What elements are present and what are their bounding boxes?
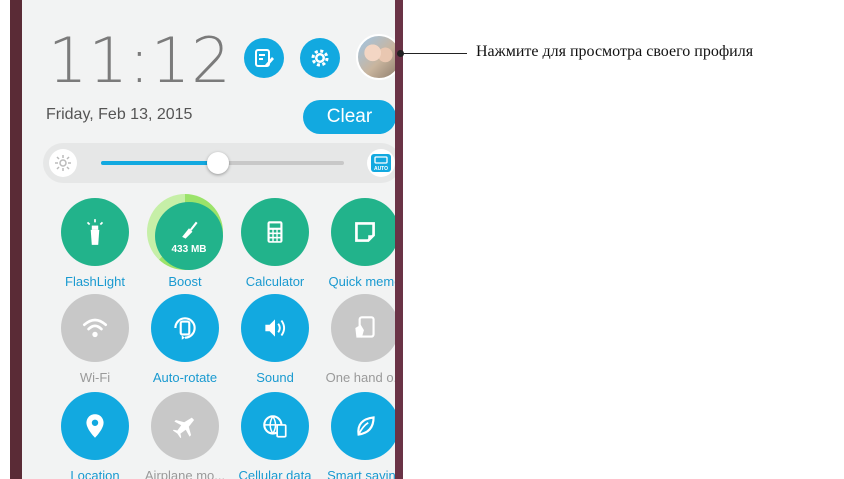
tile-button[interactable]	[61, 392, 129, 460]
tile-label: FlashLight	[65, 274, 125, 289]
tile-label: Sound	[256, 370, 294, 385]
wifi-icon	[82, 318, 108, 338]
callout-text: Нажмите для просмотра своего профиля	[476, 43, 754, 60]
auto-brightness-button[interactable]: AUTO	[367, 149, 395, 177]
quick-settings-panel: 11:12 Friday, Feb 13, 2015 Clear AUTO Fl…	[10, 0, 403, 479]
clear-button[interactable]: Clear	[303, 100, 395, 134]
airplane-icon	[172, 417, 195, 439]
tile-label: Airplane mo...	[144, 468, 226, 479]
brightness-knob[interactable]	[206, 152, 229, 174]
tile-smart-saving[interactable]: Smart saving	[320, 392, 403, 479]
edit-settings-icon	[255, 49, 274, 67]
tile-button[interactable]	[331, 294, 395, 362]
tile-label: Boost	[168, 274, 202, 289]
memo-icon	[355, 222, 375, 242]
calculator-icon	[267, 221, 283, 243]
tile-label: Location	[70, 468, 120, 479]
sound-icon	[265, 319, 286, 337]
tile-button[interactable]	[151, 294, 219, 362]
profile-avatar[interactable]	[356, 34, 395, 80]
gear-icon	[311, 49, 329, 67]
tile-label: Wi-Fi	[79, 370, 111, 385]
edit-settings-button[interactable]	[244, 38, 284, 78]
tile-auto-rotate[interactable]: Auto-rotate	[140, 294, 230, 385]
tile-label: Auto-rotate	[152, 370, 218, 385]
brightness-slider[interactable]	[101, 152, 344, 174]
clock-time: 11:12	[48, 24, 232, 97]
broom-icon	[182, 221, 198, 239]
tile-location[interactable]: Location	[50, 392, 140, 479]
tile-button[interactable]	[331, 392, 395, 460]
tile-airplane-mo[interactable]: Airplane mo...	[140, 392, 230, 479]
cellular-data-icon	[263, 415, 287, 438]
brightness-bar: AUTO	[43, 143, 395, 183]
settings-button[interactable]	[300, 38, 340, 78]
brightness-icon	[49, 149, 77, 177]
tile-calculator[interactable]: Calculator	[230, 198, 320, 289]
brightness-fill	[101, 161, 218, 165]
tile-label: Cellular data	[238, 468, 312, 479]
svg-text:AUTO: AUTO	[374, 166, 388, 172]
tile-button[interactable]	[241, 294, 309, 362]
rotate-icon	[174, 317, 196, 340]
tile-quick-memo[interactable]: Quick memo	[320, 198, 402, 289]
tile-label: Calculator	[245, 274, 305, 289]
tile-button[interactable]	[241, 198, 309, 266]
boost-inner: 433 MB	[155, 202, 223, 270]
boost-memory-badge: 433 MB	[171, 243, 207, 255]
tile-label: One hand o...	[325, 370, 403, 385]
tile-sound[interactable]: Sound	[230, 294, 320, 385]
tile-button[interactable]	[61, 294, 129, 362]
tile-wi-fi[interactable]: Wi-Fi	[50, 294, 140, 385]
location-icon	[86, 414, 104, 438]
tile-button[interactable]	[151, 392, 219, 460]
callout-line	[401, 53, 467, 54]
flashlight-icon	[86, 219, 104, 245]
tile-button[interactable]: 433 MB	[147, 194, 223, 270]
auto-brightness-icon: AUTO	[371, 154, 391, 172]
tile-cellular-data[interactable]: Cellular data	[230, 392, 320, 479]
one-hand-icon	[355, 316, 375, 338]
tile-one-hand-o[interactable]: One hand o...	[320, 294, 403, 385]
leaf-icon	[357, 416, 375, 436]
tile-button[interactable]	[331, 198, 395, 266]
clock-date: Friday, Feb 13, 2015	[46, 106, 193, 123]
tile-label: Smart saving	[327, 468, 403, 479]
tile-button[interactable]	[61, 198, 129, 266]
tile-button[interactable]	[241, 392, 309, 460]
tile-label: Quick memo	[328, 274, 402, 289]
tile-boost[interactable]: 433 MB Boost	[140, 194, 230, 289]
tile-flashlight[interactable]: FlashLight	[50, 198, 140, 289]
